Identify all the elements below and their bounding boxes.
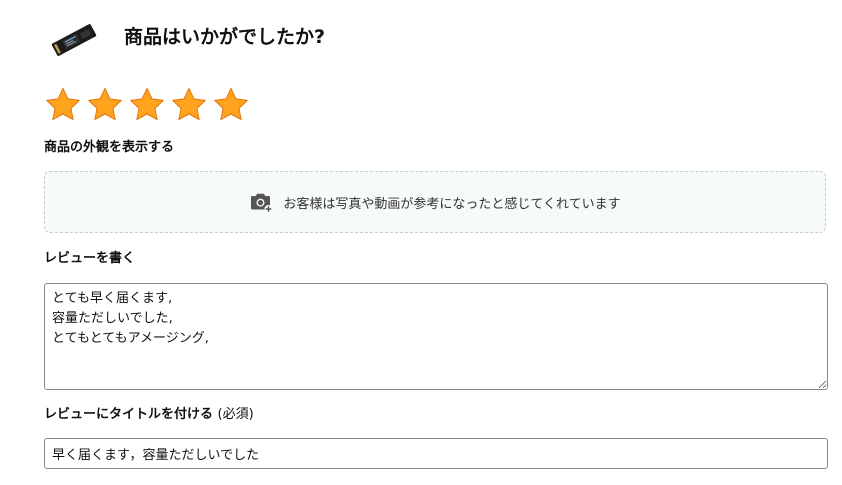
star-icon-2[interactable] (86, 86, 124, 124)
star-icon-5[interactable] (212, 86, 250, 124)
review-page: 商品はいかがでしたか? 商品の外観を表示する お客様は写真や動画が参考になったと… (0, 0, 842, 485)
star-icon-1[interactable] (44, 86, 82, 124)
review-textarea[interactable]: とても早く届くます, 容量ただしいでした, とてもとてもアメージング, (44, 283, 828, 390)
product-thumbnail (51, 24, 97, 56)
photo-upload-area[interactable]: お客様は写真や動画が参考になったと感じてくれています (44, 171, 826, 233)
star-icon-4[interactable] (170, 86, 208, 124)
photo-upload-text: お客様は写真や動画が参考になったと感じてくれています (283, 196, 621, 212)
star-icon-3[interactable] (128, 86, 166, 124)
camera-add-icon (251, 193, 273, 213)
appearance-label: 商品の外観を表示する (44, 140, 175, 155)
review-title-label-text: レビューにタイトルを付ける (44, 407, 214, 422)
review-title-label: レビューにタイトルを付ける (必須) (44, 406, 254, 424)
review-label: レビューを書く (44, 251, 136, 266)
page-title: 商品はいかがでしたか? (124, 26, 326, 48)
review-title-input[interactable] (44, 438, 828, 469)
required-note: (必須) (217, 407, 254, 422)
star-rating[interactable] (44, 86, 250, 124)
